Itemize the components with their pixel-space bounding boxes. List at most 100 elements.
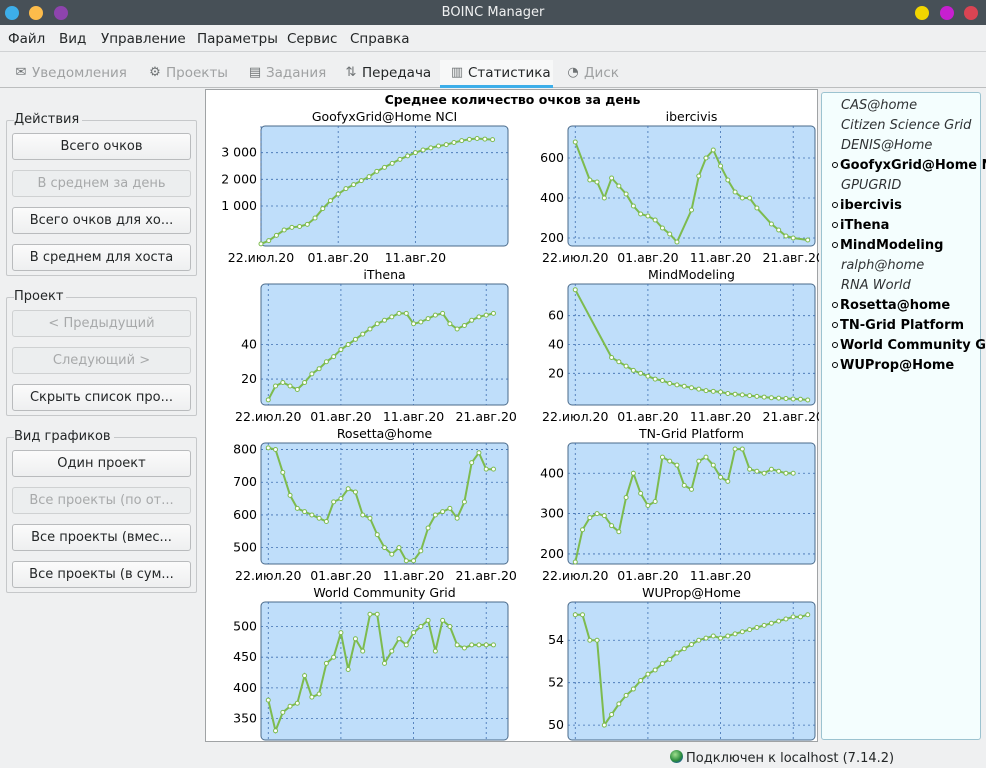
legend-item[interactable]: GoofyxGrid@Home NCI <box>832 158 986 173</box>
sidebar: Действия Всего очков В среднем за день В… <box>0 88 204 743</box>
data-point <box>490 642 496 648</box>
data-point <box>469 317 475 323</box>
y-tick-label: 54 <box>548 632 564 647</box>
minimize-button[interactable] <box>915 6 929 20</box>
legend-item[interactable]: GPUGRID <box>832 178 901 193</box>
legend-marker <box>832 242 838 248</box>
plot-background <box>567 442 816 565</box>
legend-item[interactable]: World Community Grid <box>832 338 986 353</box>
mini-chart: 200 300 400 22.июл.20 01.авг.20 11.авг.20 TN-G… <box>540 426 816 583</box>
tab-transfers[interactable]: ⇅ Передача <box>344 60 432 88</box>
data-point <box>580 612 586 618</box>
all-projects-together-button[interactable]: Все проекты (вмес... <box>12 524 191 551</box>
data-point <box>360 512 366 518</box>
tab-disk[interactable]: ◔ Диск <box>566 60 619 88</box>
legend-item[interactable]: ralph@home <box>832 258 924 273</box>
y-tick-label: 40 <box>548 337 564 352</box>
y-tick-label: 350 <box>233 711 257 726</box>
y-tick-label: 800 <box>233 442 257 457</box>
x-tick-label: 11.авг.20 <box>690 409 751 424</box>
menu-view[interactable]: Вид <box>59 31 86 47</box>
data-point <box>638 211 644 217</box>
chart-title: TN-Grid Platform <box>638 426 744 441</box>
data-point <box>659 225 665 231</box>
legend-item[interactable]: RNA World <box>832 278 911 293</box>
legend-item[interactable]: CAS@home <box>832 98 917 113</box>
window-menu-icon[interactable] <box>5 6 19 20</box>
data-point <box>316 515 322 521</box>
tab-notices[interactable]: ✉ Уведомления <box>14 60 127 88</box>
data-point <box>703 454 709 460</box>
legend-marker <box>832 342 838 348</box>
data-point <box>338 347 344 353</box>
menu-help[interactable]: Справка <box>350 31 409 47</box>
data-point <box>396 636 402 642</box>
legend-item[interactable]: MindModeling <box>832 238 943 253</box>
y-tick-label: 600 <box>233 507 257 522</box>
menu-manage[interactable]: Управление <box>101 31 186 47</box>
data-point <box>754 624 760 630</box>
legend-item[interactable]: ibercivis <box>832 198 902 213</box>
data-point <box>645 373 651 379</box>
data-point <box>396 545 402 551</box>
y-tick-label: 52 <box>548 675 564 690</box>
data-point <box>403 558 409 564</box>
data-point <box>587 637 593 643</box>
host-total-button[interactable]: Всего очков для хо... <box>12 207 191 234</box>
one-project-button[interactable]: Один проект <box>12 450 191 477</box>
close-button[interactable] <box>964 6 978 20</box>
envelope-icon: ✉ <box>15 65 27 80</box>
legend-marker <box>832 362 838 368</box>
data-point <box>374 321 380 327</box>
host-average-button[interactable]: В среднем для хоста <box>12 244 191 271</box>
menu-tools[interactable]: Сервис <box>287 31 337 47</box>
hide-project-list-button[interactable]: Скрыть список про... <box>12 384 191 411</box>
legend-item[interactable]: Rosetta@home <box>832 298 950 313</box>
data-point <box>309 512 315 518</box>
data-point <box>768 221 774 227</box>
x-tick-label: 11.авг.20 <box>383 409 444 424</box>
data-point <box>732 391 738 397</box>
legend-item[interactable]: Citizen Science Grid <box>832 118 971 133</box>
next-project-button[interactable]: Следующий > <box>12 347 191 374</box>
legend-item[interactable]: TN-Grid Platform <box>832 318 964 333</box>
average-credits-button[interactable]: В среднем за день <box>12 170 191 197</box>
data-point <box>490 137 496 143</box>
actions-group-title: Действия <box>14 112 83 127</box>
plot-background <box>260 283 509 406</box>
tab-label: Статистика <box>468 65 551 81</box>
menu-file[interactable]: Файл <box>8 31 45 47</box>
data-point <box>343 186 349 192</box>
data-point <box>382 545 387 551</box>
data-point <box>739 195 745 201</box>
all-projects-sum-button[interactable]: Все проекты (в сум... <box>12 561 191 588</box>
project-group: Проект < Предыдущий Следующий > Скрыть с… <box>6 289 197 416</box>
tab-statistics[interactable]: ▥ Статистика <box>440 60 553 88</box>
data-point <box>623 363 629 369</box>
data-point <box>609 175 615 181</box>
total-credits-button[interactable]: Всего очков <box>12 133 191 160</box>
legend-item[interactable]: WUProp@Home <box>832 358 954 373</box>
data-point <box>266 238 272 244</box>
tab-projects[interactable]: ⚙ Проекты <box>148 60 228 88</box>
legend-label: Citizen Science Grid <box>841 118 972 133</box>
menu-options[interactable]: Параметры <box>197 31 278 47</box>
data-point <box>761 470 767 476</box>
previous-project-button[interactable]: < Предыдущий <box>12 310 191 337</box>
maximize-button[interactable] <box>940 6 954 20</box>
legend-item[interactable]: iThena <box>832 218 889 233</box>
all-projects-separate-button[interactable]: Все проекты (по от... <box>12 487 191 514</box>
data-point <box>623 191 629 197</box>
data-point <box>425 525 431 531</box>
data-point <box>689 385 694 391</box>
data-point <box>710 462 716 468</box>
data-point <box>754 393 760 399</box>
data-point <box>428 145 434 151</box>
on-all-desktops-icon[interactable] <box>54 6 68 20</box>
keep-above-icon[interactable] <box>29 6 43 20</box>
y-tick-label: 500 <box>233 619 257 634</box>
x-tick-label: 22.июл.20 <box>228 250 294 265</box>
project-legend: CAS@home Citizen Science Grid DENIS@Home… <box>821 92 986 740</box>
tab-tasks[interactable]: ▤ Задания <box>248 60 326 88</box>
legend-item[interactable]: DENIS@Home <box>832 138 932 153</box>
